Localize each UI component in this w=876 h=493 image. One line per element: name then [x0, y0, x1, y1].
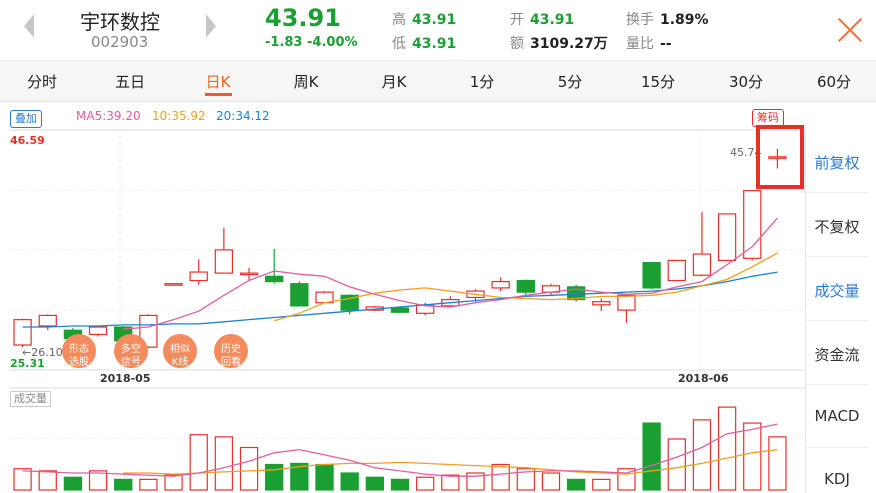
- volume-ma5-line: [22, 423, 778, 477]
- pattern-select-button[interactable]: 形态 选股: [62, 334, 96, 368]
- volume-bar: [667, 438, 686, 491]
- candle: [13, 318, 32, 348]
- similar-k-label: 相似 K线: [170, 344, 190, 368]
- candle-body: [592, 301, 611, 306]
- candle-body: [743, 190, 762, 259]
- volume-bar: [38, 470, 57, 491]
- volume-bar: [13, 468, 32, 491]
- volume-bar: [164, 474, 183, 491]
- volume-bar: [566, 478, 586, 491]
- volume-bar: [491, 463, 510, 491]
- candle: [642, 261, 661, 289]
- candle-body: [189, 271, 208, 282]
- history-review-label: 历史 回看: [221, 344, 241, 368]
- volume-series: [13, 406, 787, 491]
- volume-bar: [617, 468, 636, 491]
- candle-body: [164, 283, 183, 286]
- candle: [592, 298, 611, 312]
- candle: [214, 227, 234, 274]
- volume-bar: [743, 422, 762, 491]
- candle: [743, 190, 762, 261]
- side-volume[interactable]: 成交量: [806, 280, 868, 301]
- volume-bar: [340, 472, 359, 491]
- candle-body: [692, 253, 712, 276]
- bull-bear-signal-label: 多空 信号: [121, 344, 141, 368]
- candle: [717, 213, 737, 262]
- candle-body: [290, 283, 309, 307]
- candle-body: [642, 261, 661, 289]
- side-forward-adjust[interactable]: 前复权: [806, 152, 868, 173]
- price-max-label: 46.59: [10, 134, 45, 147]
- volume-bar: [592, 478, 611, 491]
- side-sep-2: [806, 256, 868, 257]
- side-sep-1: [806, 192, 868, 193]
- candle-body: [38, 314, 57, 327]
- candle-body: [88, 326, 108, 336]
- candle: [541, 283, 561, 296]
- volume-bar: [189, 434, 208, 491]
- candle: [667, 259, 686, 282]
- candlestick-series: [13, 148, 787, 349]
- volume-bar: [768, 436, 787, 491]
- volume-bar: [63, 476, 83, 491]
- side-sep-3: [806, 320, 868, 321]
- history-review-button[interactable]: 历史 回看: [214, 334, 248, 368]
- volume-bar: [416, 476, 435, 491]
- candle: [88, 325, 108, 337]
- candle-body: [239, 272, 259, 276]
- side-kdj[interactable]: KDJ: [806, 470, 868, 488]
- candle: [516, 279, 535, 296]
- pattern-select-label: 形态 选股: [69, 344, 89, 368]
- volume-bar: [315, 463, 334, 491]
- volume-label: 成交量: [10, 391, 51, 407]
- side-sep-5: [806, 447, 868, 448]
- candle-body: [214, 249, 234, 274]
- candle: [290, 281, 309, 307]
- chart-grid: [9, 129, 805, 439]
- candle-body: [265, 275, 284, 283]
- candle-body: [13, 319, 32, 346]
- volume-bar: [139, 478, 158, 491]
- side-capital-flow[interactable]: 资金流: [806, 344, 868, 365]
- highlight-annotation-box: [756, 125, 804, 189]
- volume-bar: [541, 472, 561, 491]
- candle-body: [390, 307, 410, 313]
- volume-bar: [692, 419, 712, 491]
- candle: [38, 314, 57, 331]
- side-divider: [805, 130, 806, 493]
- volume-bar: [239, 446, 259, 491]
- bull-bear-signal-button[interactable]: 多空 信号: [114, 334, 148, 368]
- volume-bar: [114, 478, 133, 491]
- date-label-june: 2018-06: [678, 372, 729, 385]
- candle-body: [617, 294, 636, 311]
- low-mark-label: ←26.10: [22, 346, 63, 359]
- volume-bar: [265, 463, 284, 491]
- candle: [491, 277, 510, 292]
- volume-bar: [642, 422, 661, 491]
- side-sep-4: [806, 384, 868, 385]
- candle: [164, 283, 183, 286]
- volume-bar: [717, 406, 737, 491]
- volume-bar: [441, 474, 460, 491]
- side-macd[interactable]: MACD: [806, 407, 868, 425]
- candle-body: [717, 213, 737, 262]
- candle: [265, 248, 284, 284]
- candle: [692, 211, 712, 277]
- low-mark-value: 26.10: [31, 346, 63, 359]
- date-label-may: 2018-05: [100, 372, 151, 385]
- candle: [617, 294, 636, 323]
- side-no-adjust[interactable]: 不复权: [806, 216, 868, 237]
- similar-k-button[interactable]: 相似 K线: [163, 334, 197, 368]
- volume-bar: [214, 436, 234, 491]
- candle-body: [667, 259, 686, 282]
- candle-body: [516, 279, 535, 293]
- volume-bar: [365, 476, 384, 491]
- candle-body: [491, 280, 510, 289]
- ma20-line: [22, 271, 778, 328]
- kline-chart[interactable]: [0, 0, 876, 493]
- volume-bar: [390, 478, 410, 491]
- candle: [189, 259, 208, 285]
- candle: [315, 291, 334, 304]
